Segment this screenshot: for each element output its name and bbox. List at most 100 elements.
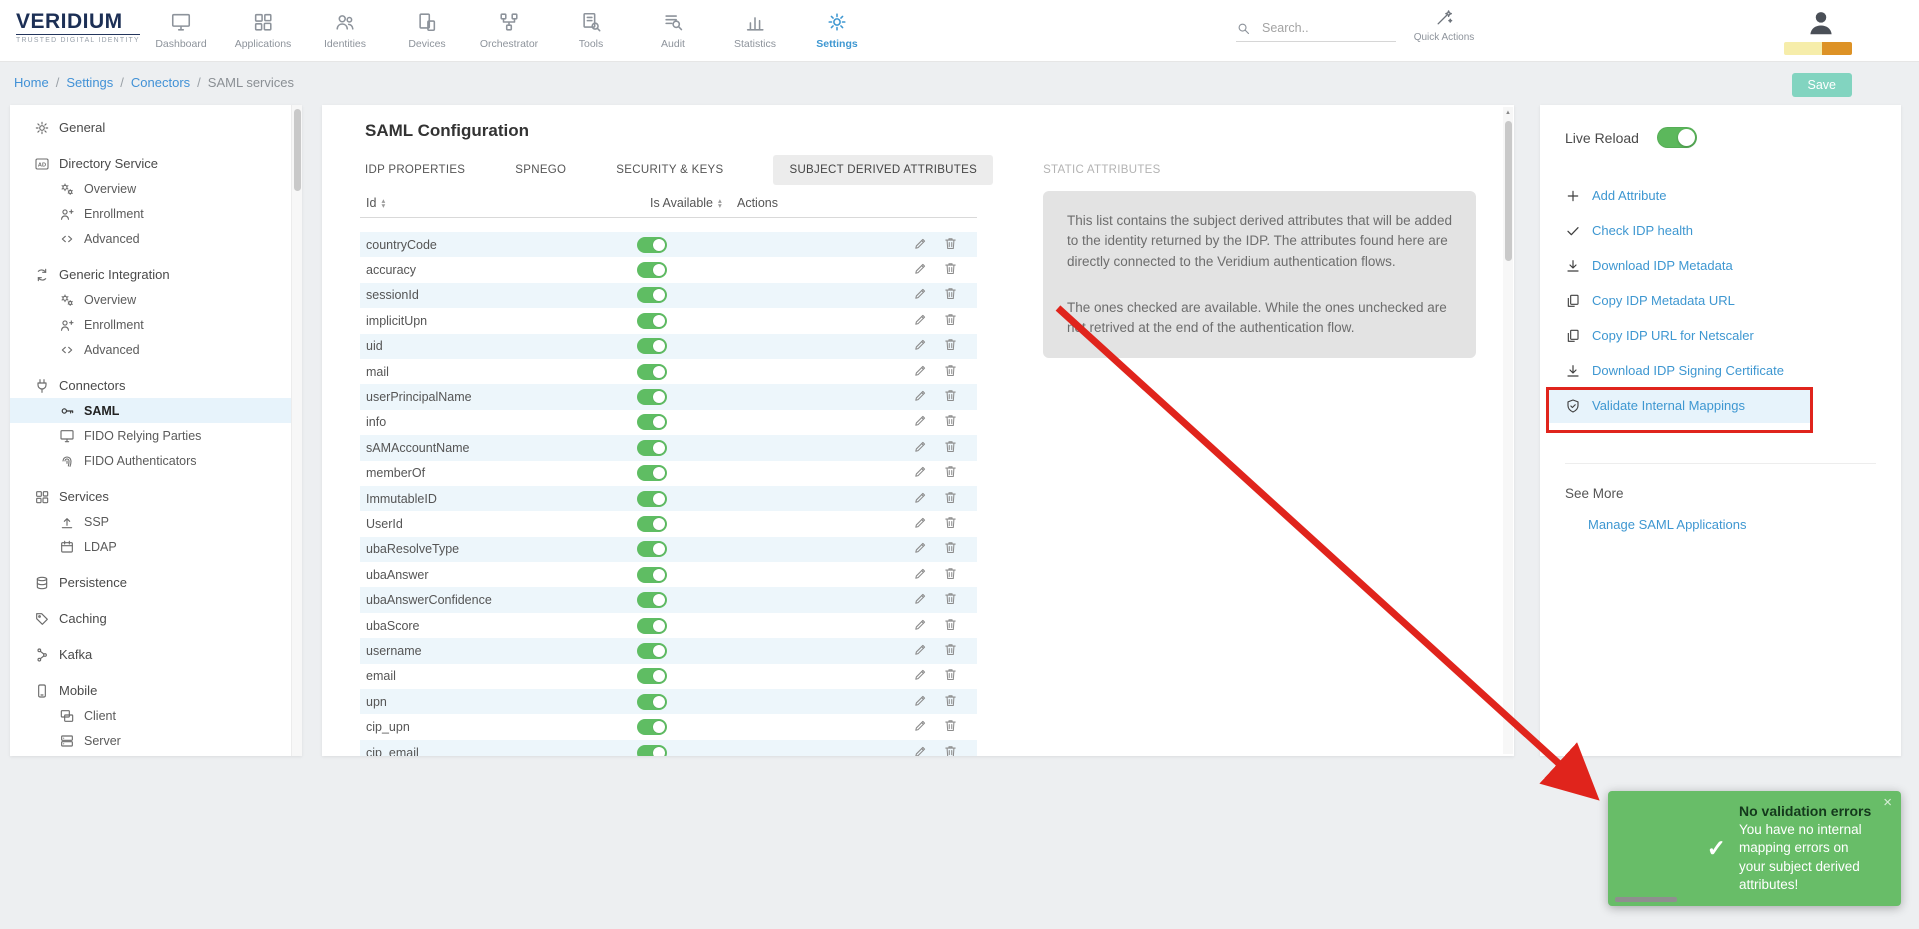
edit-attribute-button[interactable]: [913, 540, 928, 558]
delete-attribute-button[interactable]: [943, 363, 958, 381]
delete-attribute-button[interactable]: [943, 693, 958, 711]
nav-item-devices[interactable]: Devices: [391, 6, 463, 50]
delete-attribute-button[interactable]: [943, 439, 958, 457]
availability-toggle[interactable]: [637, 694, 667, 710]
delete-attribute-button[interactable]: [943, 413, 958, 431]
availability-toggle[interactable]: [637, 618, 667, 634]
edit-attribute-button[interactable]: [913, 464, 928, 482]
delete-attribute-button[interactable]: [943, 540, 958, 558]
action-download-idp-metadata[interactable]: Download IDP Metadata: [1540, 248, 1901, 283]
availability-toggle[interactable]: [637, 262, 667, 278]
breadcrumb-item-home[interactable]: Home: [14, 75, 49, 90]
sidebar-item-mobile[interactable]: Mobile: [10, 678, 302, 703]
action-download-idp-signing-certificate[interactable]: Download IDP Signing Certificate: [1540, 353, 1901, 388]
availability-toggle[interactable]: [637, 491, 667, 507]
availability-toggle[interactable]: [637, 465, 667, 481]
edit-attribute-button[interactable]: [913, 617, 928, 635]
availability-toggle[interactable]: [637, 745, 667, 757]
breadcrumb-item-conectors[interactable]: Conectors: [131, 75, 190, 90]
delete-attribute-button[interactable]: [943, 744, 958, 757]
sidebar-item-connectors[interactable]: Connectors: [10, 373, 302, 398]
edit-attribute-button[interactable]: [913, 286, 928, 304]
sidebar-item-kafka[interactable]: Kafka: [10, 642, 302, 667]
delete-attribute-button[interactable]: [943, 337, 958, 355]
delete-attribute-button[interactable]: [943, 617, 958, 635]
action-copy-idp-metadata-url[interactable]: Copy IDP Metadata URL: [1540, 283, 1901, 318]
delete-attribute-button[interactable]: [943, 261, 958, 279]
sidebar-item-saml[interactable]: SAML: [10, 398, 302, 423]
availability-toggle[interactable]: [637, 389, 667, 405]
edit-attribute-button[interactable]: [913, 642, 928, 660]
scroll-up-arrow[interactable]: ▲: [1503, 107, 1513, 119]
live-reload-toggle[interactable]: [1657, 127, 1697, 148]
nav-item-identities[interactable]: Identities: [309, 6, 381, 50]
nav-item-dashboard[interactable]: Dashboard: [145, 6, 217, 50]
nav-item-tools[interactable]: Tools: [555, 6, 627, 50]
delete-attribute-button[interactable]: [943, 642, 958, 660]
sidebar-item-generic-integration[interactable]: Generic Integration: [10, 262, 302, 287]
tab-static-attributes[interactable]: STATIC ATTRIBUTES: [1043, 164, 1161, 176]
main-scrollbar[interactable]: ▲: [1503, 107, 1513, 754]
availability-toggle[interactable]: [637, 287, 667, 303]
edit-attribute-button[interactable]: [913, 388, 928, 406]
search-input[interactable]: [1260, 20, 1380, 36]
delete-attribute-button[interactable]: [943, 312, 958, 330]
availability-toggle[interactable]: [637, 440, 667, 456]
edit-attribute-button[interactable]: [913, 693, 928, 711]
manage-saml-applications-link[interactable]: Manage SAML Applications: [1588, 517, 1747, 532]
action-copy-idp-url-for-netscaler[interactable]: Copy IDP URL for Netscaler: [1540, 318, 1901, 353]
delete-attribute-button[interactable]: [943, 236, 958, 254]
availability-toggle[interactable]: [637, 338, 667, 354]
action-check-idp-health[interactable]: Check IDP health: [1540, 213, 1901, 248]
edit-attribute-button[interactable]: [913, 667, 928, 685]
sidebar-item-caching[interactable]: Caching: [10, 606, 302, 631]
tab-subject-derived-attributes[interactable]: SUBJECT DERIVED ATTRIBUTES: [773, 155, 993, 185]
column-header-available[interactable]: Is Available▴▾: [650, 196, 722, 210]
breadcrumb-item-settings[interactable]: Settings: [66, 75, 113, 90]
sidebar-item-enrollment[interactable]: Enrollment: [10, 201, 302, 226]
sidebar-item-overview[interactable]: Overview: [10, 176, 302, 201]
edit-attribute-button[interactable]: [913, 337, 928, 355]
edit-attribute-button[interactable]: [913, 261, 928, 279]
sidebar-item-server[interactable]: Server: [10, 728, 302, 753]
action-add-attribute[interactable]: Add Attribute: [1540, 178, 1901, 213]
quick-actions-button[interactable]: Quick Actions: [1413, 8, 1475, 43]
delete-attribute-button[interactable]: [943, 718, 958, 736]
brand-logo[interactable]: VERIDIUM TRUSTED DIGITAL IDENTITY: [16, 11, 140, 44]
delete-attribute-button[interactable]: [943, 490, 958, 508]
availability-toggle[interactable]: [637, 668, 667, 684]
column-header-id[interactable]: Id▴▾: [366, 196, 385, 210]
delete-attribute-button[interactable]: [943, 286, 958, 304]
delete-attribute-button[interactable]: [943, 667, 958, 685]
delete-attribute-button[interactable]: [943, 515, 958, 533]
sidebar-item-directory-service[interactable]: Directory Service: [10, 151, 302, 176]
availability-toggle[interactable]: [637, 592, 667, 608]
nav-item-audit[interactable]: Audit: [637, 6, 709, 50]
delete-attribute-button[interactable]: [943, 388, 958, 406]
sidebar-scrollbar[interactable]: [291, 105, 302, 756]
sidebar-item-overview[interactable]: Overview: [10, 287, 302, 312]
edit-attribute-button[interactable]: [913, 718, 928, 736]
edit-attribute-button[interactable]: [913, 236, 928, 254]
sidebar-item-client[interactable]: Client: [10, 703, 302, 728]
toast-close-button[interactable]: ×: [1883, 794, 1892, 811]
sidebar-item-advanced[interactable]: Advanced: [10, 337, 302, 362]
nav-item-settings[interactable]: Settings: [801, 6, 873, 50]
edit-attribute-button[interactable]: [913, 591, 928, 609]
search-icon[interactable]: [1236, 21, 1251, 36]
tab-idp-properties[interactable]: IDP PROPERTIES: [365, 164, 465, 176]
sidebar-item-general[interactable]: General: [10, 115, 302, 140]
nav-item-applications[interactable]: Applications: [227, 6, 299, 50]
edit-attribute-button[interactable]: [913, 744, 928, 757]
main-scrollbar-thumb[interactable]: [1505, 121, 1512, 261]
sidebar-item-enrollment[interactable]: Enrollment: [10, 312, 302, 337]
delete-attribute-button[interactable]: [943, 591, 958, 609]
edit-attribute-button[interactable]: [913, 490, 928, 508]
edit-attribute-button[interactable]: [913, 363, 928, 381]
availability-toggle[interactable]: [637, 237, 667, 253]
sidebar-scrollbar-thumb[interactable]: [294, 109, 301, 191]
delete-attribute-button[interactable]: [943, 464, 958, 482]
sidebar-item-fido-relying-parties[interactable]: FIDO Relying Parties: [10, 423, 302, 448]
sidebar-item-services[interactable]: Services: [10, 484, 302, 509]
availability-toggle[interactable]: [637, 719, 667, 735]
